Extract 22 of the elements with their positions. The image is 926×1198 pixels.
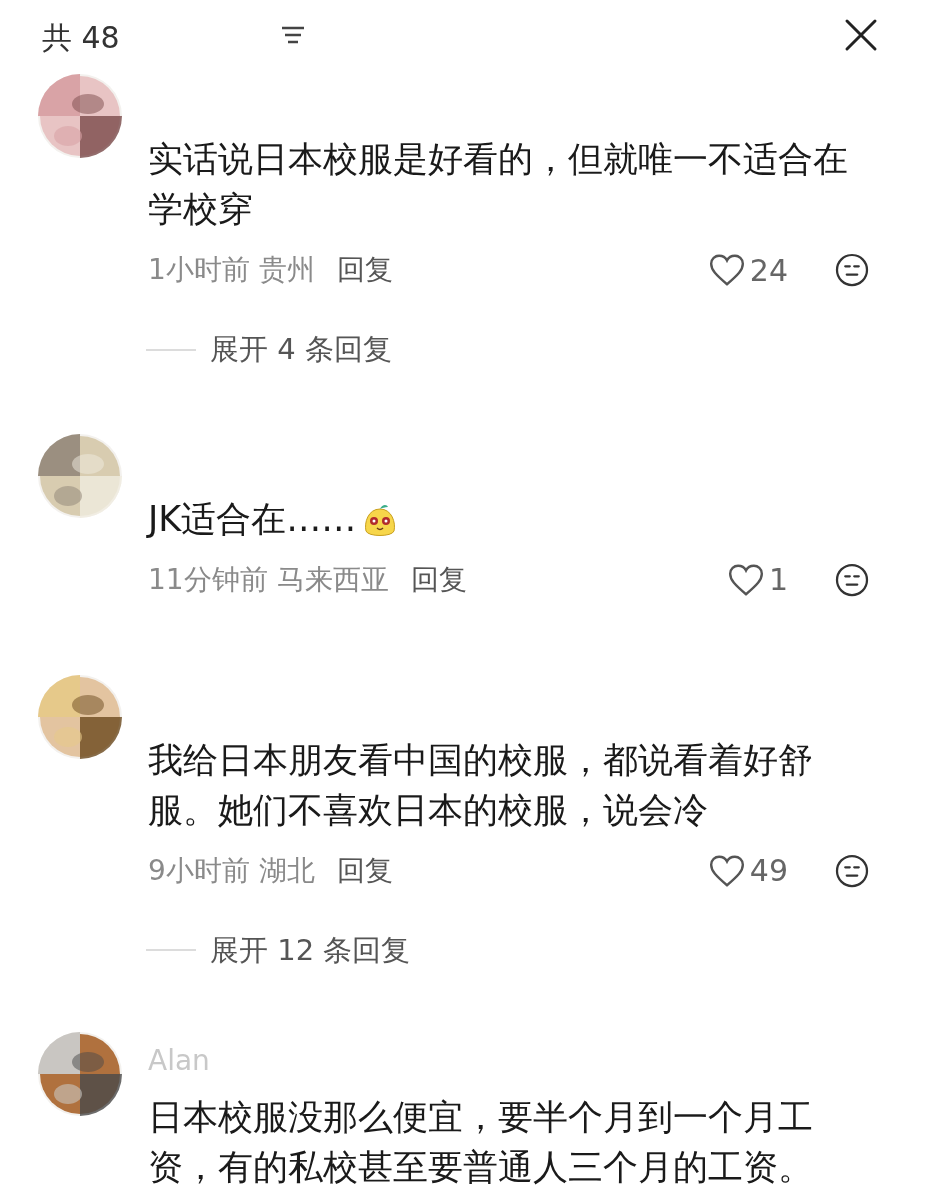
comment-count: 共 48	[42, 18, 120, 57]
expand-replies-button[interactable]: 展开 12 条回复	[210, 928, 411, 972]
comment-text: 日本校服没那么便宜，要半个月到一个月工资，有的私校甚至要普通人三个月的工资。	[148, 1096, 814, 1189]
comment-text: JK适合在……	[148, 493, 860, 544]
sort-icon[interactable]	[279, 24, 306, 46]
comment-text: 我给日本朋友看中国的校服，都说看着好舒服。她们不喜欢日本的校服，说会冷	[148, 738, 814, 832]
reply-button[interactable]: 回复	[336, 849, 393, 892]
comment-text: 实话说日本校服是好看的，但就唯一不适合在学校穿	[148, 138, 849, 231]
face-icon[interactable]	[834, 561, 870, 598]
expand-replies-button[interactable]: 展开 4 条回复	[210, 328, 392, 372]
comment-meta: 11分钟前 马来西亚	[148, 561, 389, 598]
like-button[interactable]: 24	[707, 247, 788, 293]
heart-icon	[707, 252, 746, 288]
close-icon[interactable]	[844, 18, 878, 52]
reply-button[interactable]: 回复	[410, 558, 467, 601]
comment-meta: 9小时前 湖北	[148, 852, 315, 889]
reply-button[interactable]: 回复	[336, 249, 393, 291]
like-button[interactable]: 49	[707, 848, 788, 893]
like-button[interactable]: 1	[726, 557, 788, 602]
face-icon[interactable]	[834, 252, 870, 288]
comment-meta: 1小时前 贵州	[148, 252, 315, 288]
face-icon[interactable]	[834, 852, 870, 889]
